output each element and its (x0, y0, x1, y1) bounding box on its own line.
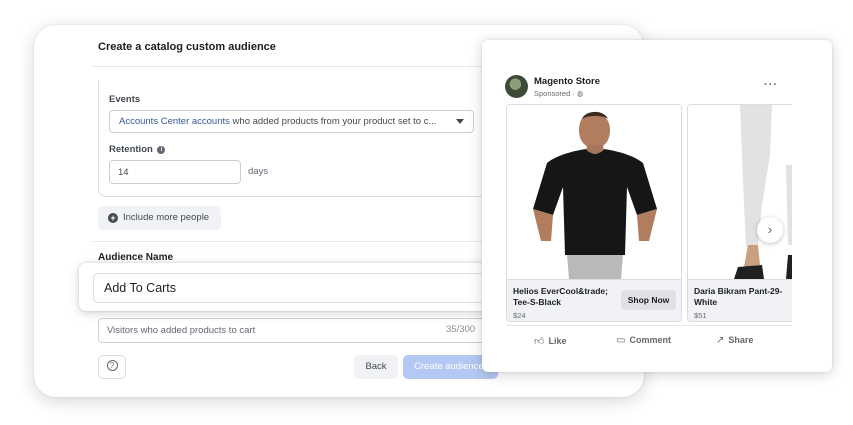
accounts-center-link[interactable]: Accounts Center accounts (119, 116, 230, 127)
share-button[interactable]: ↗ Share (716, 335, 753, 346)
product-image[interactable] (688, 105, 792, 279)
sponsored-label: Sponsored · ◍ (534, 89, 584, 98)
description-input[interactable]: Visitors who added products to cart (98, 318, 488, 343)
ad-preview: Magento Store Sponsored · ◍ ··· Helios E… (482, 40, 832, 372)
back-button[interactable]: Back (354, 355, 398, 379)
retention-label: Retention i (109, 144, 166, 155)
page-name[interactable]: Magento Store (534, 76, 600, 87)
pants-model-image (688, 105, 792, 279)
product-info: Daria Bikram Pant-29-White $51 (688, 279, 792, 321)
globe-icon: ◍ (576, 89, 584, 98)
carousel-card[interactable]: Helios EverCool&trade; Tee-S-Black $24 S… (506, 104, 682, 322)
events-select-text: who added products from your product set… (229, 116, 437, 127)
retention-suffix: days (248, 166, 269, 177)
share-label: Share (728, 335, 754, 345)
retention-input[interactable]: 14 (109, 160, 241, 184)
product-info: Helios EverCool&trade; Tee-S-Black $24 S… (507, 279, 681, 321)
ellipsis-icon[interactable]: ··· (764, 79, 778, 91)
events-select[interactable]: Accounts Center accounts who added produ… (109, 110, 474, 133)
product-image[interactable] (507, 105, 681, 279)
chevron-right-icon[interactable]: › (757, 217, 783, 243)
retention-label-text: Retention (109, 144, 153, 155)
tshirt-model-image (507, 105, 681, 279)
audience-name-focus-card: Add To Carts (79, 263, 509, 311)
share-icon: ↗ (716, 335, 725, 346)
like-label: Like (548, 336, 567, 346)
audience-name-input[interactable]: Add To Carts (93, 273, 503, 303)
dialog-title: Create a catalog custom audience (98, 41, 276, 53)
like-button[interactable]: 👍︎ Like (534, 335, 566, 347)
description-char-count: 35/300 (446, 324, 476, 335)
comment-button[interactable]: ▭ Comment (616, 335, 671, 346)
info-icon[interactable]: i (157, 146, 166, 154)
product-price: $51 (694, 311, 707, 320)
audience-name-label: Audience Name (98, 252, 174, 263)
plus-circle-icon: + (108, 213, 118, 223)
caret-down-icon (456, 119, 464, 124)
shop-now-button[interactable]: Shop Now (621, 290, 676, 310)
product-name: Daria Bikram Pant-29-White (694, 286, 783, 307)
thumbs-up-icon: 👍︎ (534, 336, 545, 347)
sponsored-text: Sponsored · (534, 89, 577, 98)
page-avatar[interactable] (505, 75, 528, 98)
help-button[interactable]: ? (98, 355, 126, 379)
product-name: Helios EverCool&trade; Tee-S-Black (513, 286, 608, 307)
carousel-card[interactable]: Daria Bikram Pant-29-White $51 (687, 104, 792, 322)
comment-label: Comment (629, 335, 671, 345)
events-label: Events (109, 94, 141, 105)
question-icon: ? (106, 360, 118, 371)
comment-icon: ▭ (616, 335, 626, 346)
product-price: $24 (513, 311, 526, 320)
include-more-label: Include more people (123, 212, 210, 223)
include-more-people-button[interactable]: + Include more people (98, 206, 222, 230)
post-actions: 👍︎ Like ▭ Comment ↗ Share (506, 325, 792, 351)
